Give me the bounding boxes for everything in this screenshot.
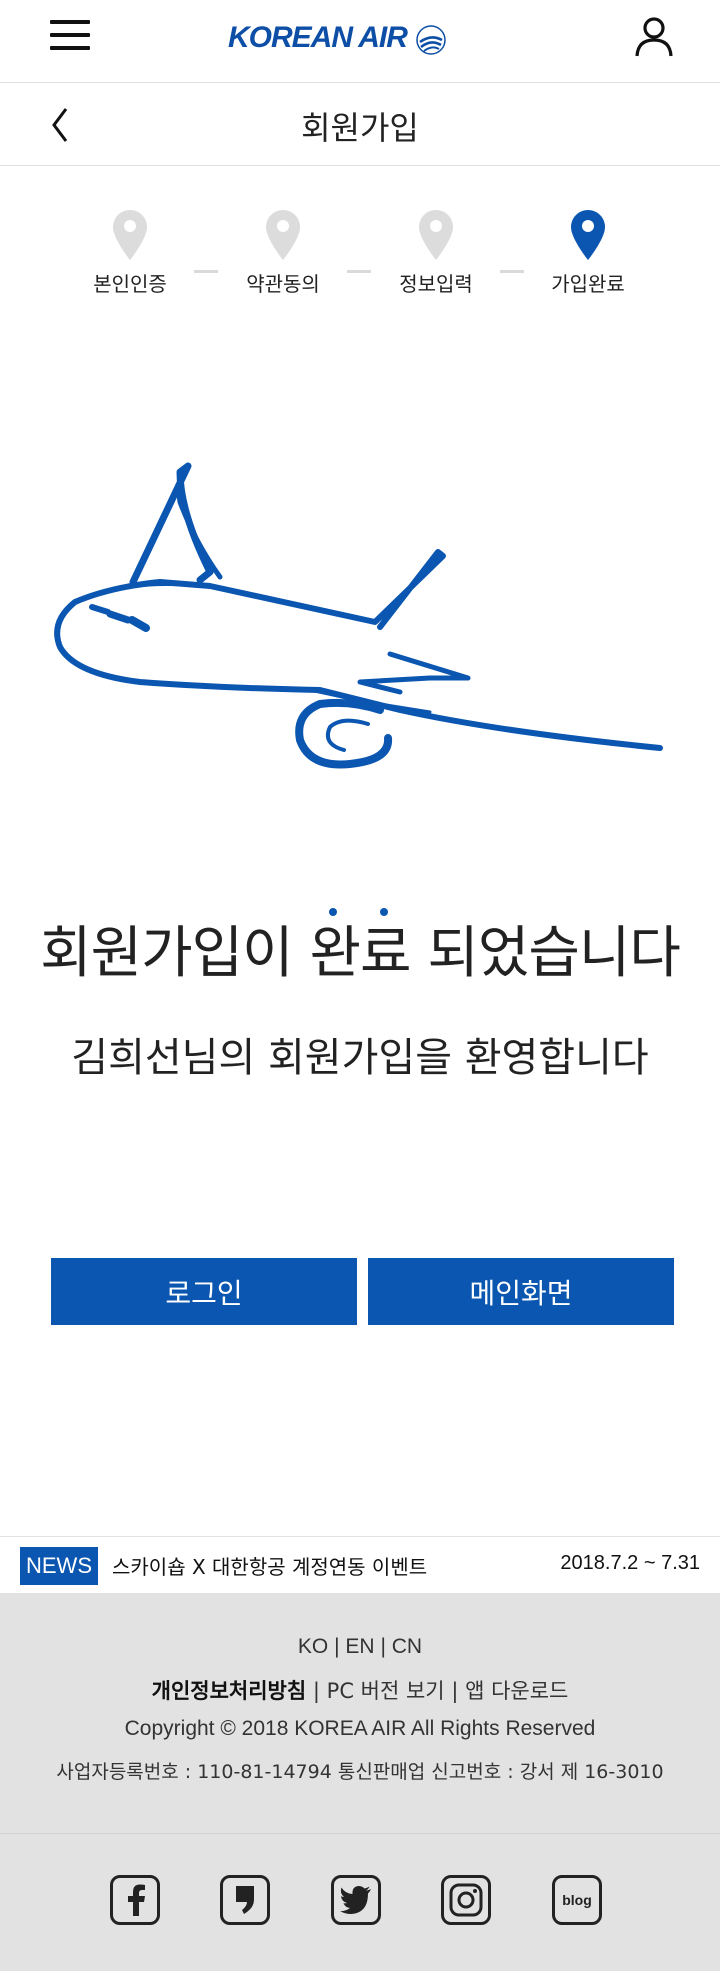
- facebook-icon[interactable]: [110, 1875, 160, 1925]
- privacy-policy-link[interactable]: 개인정보처리방침: [152, 1679, 307, 1703]
- hamburger-icon[interactable]: [50, 20, 90, 54]
- divider: |: [334, 1635, 340, 1658]
- kakaostory-icon[interactable]: [220, 1875, 270, 1925]
- divider: |: [380, 1635, 386, 1658]
- divider: |: [451, 1679, 466, 1703]
- kakaostory-glyph: [236, 1886, 254, 1914]
- skyteam-logo-icon: [416, 25, 446, 55]
- completion-title: 회원가입이 완료 되었습니다: [40, 921, 681, 986]
- step-signup-complete: 가입완료: [528, 210, 648, 297]
- social-links: blog: [110, 1875, 610, 1929]
- step-label: 본인인증: [93, 272, 167, 296]
- divider: |: [312, 1679, 327, 1703]
- news-date: 2018.7.2 ~ 7.31: [560, 1552, 700, 1574]
- instagram-icon[interactable]: [441, 1875, 491, 1925]
- language-selector: KO | EN | CN: [0, 1635, 720, 1659]
- step-label: 가입완료: [551, 272, 625, 296]
- location-pin-icon: [113, 210, 147, 260]
- footer-divider: [0, 1833, 720, 1834]
- location-pin-icon: [266, 210, 300, 260]
- page-title: 회원가입: [301, 109, 419, 147]
- pc-version-link[interactable]: PC 버전 보기: [327, 1679, 445, 1703]
- location-pin-icon: [419, 210, 453, 260]
- step-connector: [347, 270, 371, 273]
- page-header: 회원가입: [0, 83, 720, 166]
- airplane-illustration: [54, 462, 663, 769]
- user-icon[interactable]: [632, 14, 676, 58]
- step-identity-verification: 본인인증: [70, 210, 190, 297]
- top-bar: KOREAN AIR: [0, 0, 720, 83]
- blog-label: blog: [562, 1892, 592, 1908]
- signup-steps: 본인인증 약관동의 정보입력 가입완료: [0, 210, 720, 320]
- main-page-button[interactable]: 메인화면: [368, 1258, 674, 1325]
- step-info-input: 정보입력: [376, 210, 496, 297]
- step-connector: [500, 270, 524, 273]
- welcome-message: 김희선님의 회원가입을 환영합니다: [71, 1035, 649, 1081]
- step-connector: [194, 270, 218, 273]
- lang-en-link[interactable]: EN: [345, 1635, 374, 1658]
- instagram-glyph: [449, 1883, 483, 1917]
- blog-icon[interactable]: blog: [552, 1875, 602, 1925]
- business-info: 사업자등록번호 : 110-81-14794 통신판매업 신고번호 : 강서 제…: [56, 1761, 664, 1783]
- logo-text: KOREAN AIR: [228, 21, 408, 54]
- news-ticker: NEWS 스카이숍 X 대한항공 계정연동 이벤트 2018.7.2 ~ 7.3…: [0, 1536, 720, 1593]
- lang-cn-link[interactable]: CN: [392, 1635, 422, 1658]
- footer-links: 개인정보처리방침 | PC 버전 보기 | 앱 다운로드: [0, 1675, 720, 1705]
- korean-air-logo[interactable]: KOREAN AIR: [228, 16, 451, 60]
- twitter-glyph: [340, 1886, 371, 1914]
- lang-ko-link[interactable]: KO: [298, 1635, 328, 1658]
- step-label: 약관동의: [246, 272, 320, 296]
- copyright: Copyright © 2018 KOREA AIR All Rights Re…: [124, 1717, 596, 1740]
- footer: KO | EN | CN 개인정보처리방침 | PC 버전 보기 | 앱 다운로…: [0, 1593, 720, 1971]
- twitter-icon[interactable]: [331, 1875, 381, 1925]
- location-pin-icon: [571, 210, 605, 260]
- step-terms-agreement: 약관동의: [223, 210, 343, 297]
- news-headline[interactable]: 스카이숍 X 대한항공 계정연동 이벤트: [112, 1551, 427, 1580]
- news-badge: NEWS: [20, 1547, 98, 1585]
- facebook-glyph: [128, 1884, 145, 1916]
- login-button[interactable]: 로그인: [51, 1258, 357, 1325]
- app-download-link[interactable]: 앱 다운로드: [465, 1679, 568, 1703]
- step-label: 정보입력: [399, 272, 473, 296]
